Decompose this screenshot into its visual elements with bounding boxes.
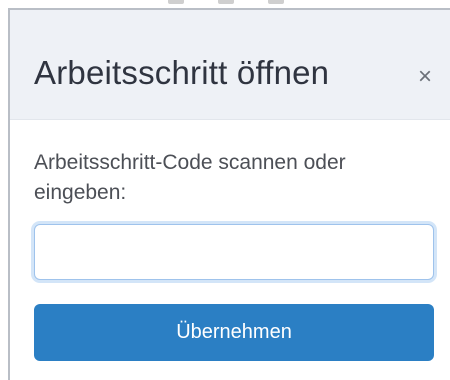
code-input[interactable] xyxy=(34,224,434,280)
code-field-label: Arbeitsschritt-Code scannen oder eingebe… xyxy=(34,151,346,204)
close-icon[interactable]: × xyxy=(414,65,436,89)
open-workstep-dialog: Arbeitsschritt öffnen × Arbeitsschritt-C… xyxy=(8,8,450,380)
dialog-header: Arbeitsschritt öffnen × xyxy=(10,10,450,120)
apply-button[interactable]: Übernehmen xyxy=(34,304,434,361)
dialog-title: Arbeitsschritt öffnen xyxy=(34,54,330,91)
dialog-body: Arbeitsschritt-Code scannen oder eingebe… xyxy=(10,120,450,361)
